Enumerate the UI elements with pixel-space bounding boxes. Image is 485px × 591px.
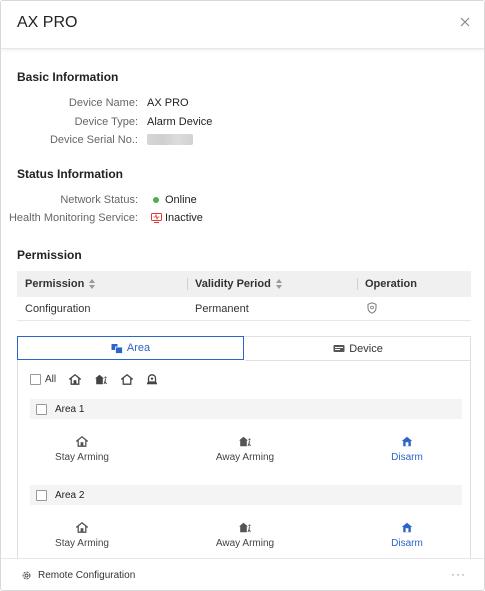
disarm-icon <box>121 373 134 385</box>
device-type-label: Device Type: <box>74 116 138 128</box>
away-arm-all-button[interactable] <box>94 374 108 385</box>
area-2-away-arming-button[interactable]: Away Arming <box>190 520 300 549</box>
sort-icon <box>89 279 96 289</box>
validity-cell: Permanent <box>195 303 249 315</box>
tab-area[interactable]: Area <box>17 336 244 360</box>
health-monitoring-row: Health Monitoring Service: Inactive <box>1 212 484 228</box>
panel-title: AX PRO <box>17 14 78 31</box>
network-status-label: Network Status: <box>60 194 138 206</box>
stay-arm-icon <box>69 373 82 385</box>
disarm-all-button[interactable] <box>121 373 134 385</box>
panel-header: AX PRO <box>1 1 484 49</box>
disarm-icon <box>401 436 413 446</box>
device-type-value: Alarm Device <box>147 116 213 128</box>
column-divider <box>187 278 188 290</box>
area-1-away-arming-button[interactable]: Away Arming <box>190 434 300 463</box>
away-arm-icon <box>239 522 251 532</box>
stay-arm-all-button[interactable] <box>69 373 82 385</box>
col-validity-period[interactable]: Validity Period <box>195 278 282 290</box>
shield-icon <box>367 302 377 314</box>
device-name-value: AX PRO <box>147 97 189 109</box>
device-icon <box>333 345 345 352</box>
clear-alarm-icon <box>147 373 158 384</box>
network-status-row: Network Status: Online <box>1 194 484 210</box>
close-icon <box>460 17 470 27</box>
clear-alarm-all-button[interactable] <box>146 373 158 385</box>
device-type-row: Device Type: Alarm Device <box>1 116 484 132</box>
network-status-value: Online <box>153 194 197 206</box>
col-operation: Operation <box>365 278 417 290</box>
area-2-checkbox[interactable] <box>36 489 47 501</box>
serial-value <box>147 134 193 145</box>
area-2-name: Area 2 <box>55 489 85 501</box>
area-1-checkbox[interactable] <box>36 403 47 415</box>
permission-title: Permission <box>17 248 82 262</box>
tab-device[interactable]: Device <box>245 337 471 361</box>
column-divider <box>357 278 358 290</box>
health-monitoring-value: Inactive <box>151 212 203 224</box>
away-arm-icon <box>95 374 108 384</box>
more-options-button[interactable]: ··· <box>451 567 466 581</box>
control-tabs-container: Area Device All Area 1 Stay Arming Away … <box>17 336 471 566</box>
permission-cell: Configuration <box>25 303 91 315</box>
health-monitoring-label: Health Monitoring Service: <box>8 212 138 224</box>
area-2-header: Area 2 <box>30 485 462 505</box>
device-name-row: Device Name: AX PRO <box>1 97 484 113</box>
disarm-icon <box>401 522 413 532</box>
sort-icon <box>275 279 282 289</box>
monitor-icon <box>151 213 162 223</box>
area-filter-bar: All <box>30 371 158 387</box>
away-arm-icon <box>239 436 251 446</box>
serial-label: Device Serial No.: <box>49 134 138 146</box>
stay-arm-icon <box>76 435 88 447</box>
area-1-stay-arming-button[interactable]: Stay Arming <box>27 434 137 463</box>
permission-table: Permission Validity Period Operation Con… <box>17 271 471 321</box>
stay-arm-icon <box>76 521 88 533</box>
serial-redacted <box>147 134 193 145</box>
health-monitoring-text: Inactive <box>165 212 203 224</box>
panel-footer: Remote Configuration ··· <box>1 558 484 590</box>
gear-icon <box>22 571 31 580</box>
device-name-label: Device Name: <box>68 97 138 109</box>
remote-configuration-button[interactable]: Remote Configuration <box>21 570 135 581</box>
area-1-header: Area 1 <box>30 399 462 419</box>
close-button[interactable] <box>456 13 474 31</box>
serial-row: Device Serial No.: <box>1 134 484 150</box>
select-all-checkbox[interactable] <box>30 373 41 385</box>
select-all-label: All <box>45 373 57 385</box>
online-dot-icon <box>153 197 159 203</box>
basic-info-title: Basic Information <box>17 70 119 84</box>
device-details-panel: AX PRO Basic Information Device Name: AX… <box>0 0 485 591</box>
col-permission[interactable]: Permission <box>25 278 96 290</box>
area-1-name: Area 1 <box>55 403 85 415</box>
permission-table-header: Permission Validity Period Operation <box>17 271 471 297</box>
status-info-title: Status Information <box>17 167 124 181</box>
area-1-disarm-button[interactable]: Disarm <box>352 434 462 463</box>
area-2-disarm-button[interactable]: Disarm <box>352 520 462 549</box>
area-2-stay-arming-button[interactable]: Stay Arming <box>27 520 137 549</box>
area-icon <box>111 343 123 354</box>
network-status-text: Online <box>165 194 197 206</box>
operation-button[interactable] <box>367 302 377 317</box>
